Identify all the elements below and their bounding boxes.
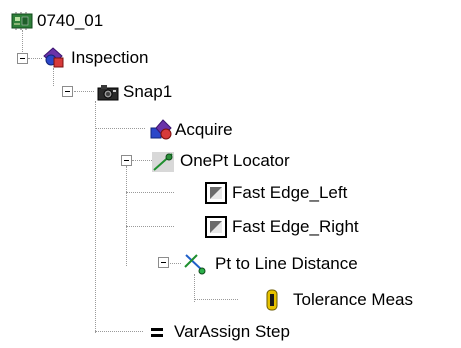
tree-view: 0740_01 Inspection Snap1 Acquire OnePt L… [0,0,461,344]
tree-node-label: Fast Edge_Right [232,217,359,236]
tree-connector [126,166,127,266]
tree-connector [95,101,96,333]
tree-node-root[interactable]: 0740_01 [11,8,103,34]
collapse-toggle-distance[interactable] [158,257,169,268]
tree-node-label: Tolerance Meas [293,290,414,309]
tree-node-label: OnePt Locator [180,151,290,170]
tree-node-label: VarAssign Step [174,322,290,341]
tree-node-inspection[interactable]: Inspection [43,45,149,71]
tree-node-label: Pt to Line Distance [215,254,358,273]
acquire-shapes-icon [150,119,172,141]
tree-node-tolerance-meas[interactable]: Tolerance Meas [261,287,413,313]
tree-connector [194,274,195,302]
tree-connector [194,299,238,300]
equals-icon [147,321,167,343]
tree-node-pt-to-line-distance[interactable]: Pt to Line Distance [183,251,358,277]
tree-node-label: Snap1 [123,82,173,101]
collapse-toggle-inspection[interactable] [17,53,28,64]
collapse-toggle-snap1[interactable] [62,86,73,97]
tree-node-acquire[interactable]: Acquire [150,117,233,143]
tree-connector [126,192,174,193]
tree-connector [95,128,145,129]
tree-node-snap1[interactable]: Snap1 [97,79,172,105]
tree-connector [126,226,174,227]
tree-node-fast-edge-left[interactable]: Fast Edge_Left [205,180,347,206]
tree-connector [28,58,42,59]
tree-node-label: 0740_01 [37,11,104,30]
camera-icon [97,81,119,103]
distance-icon [183,253,207,275]
inspection-shapes-icon [43,47,65,69]
locator-icon [152,150,174,172]
tree-node-label: Inspection [71,48,149,67]
tolerance-icon [261,289,283,311]
circuit-board-icon [11,10,33,32]
tree-connector [132,160,152,161]
tree-node-fast-edge-right[interactable]: Fast Edge_Right [205,214,359,240]
tree-node-label: Acquire [175,120,233,139]
tree-node-label: Fast Edge_Left [232,183,348,202]
tree-node-varassign-step[interactable]: VarAssign Step [147,319,290,345]
edge-tool-icon [205,182,227,204]
tree-node-locator[interactable]: OnePt Locator [152,148,290,174]
tree-connector [95,331,143,332]
edge-tool-icon [205,216,227,238]
collapse-toggle-locator[interactable] [121,155,132,166]
tree-connector [74,91,94,92]
